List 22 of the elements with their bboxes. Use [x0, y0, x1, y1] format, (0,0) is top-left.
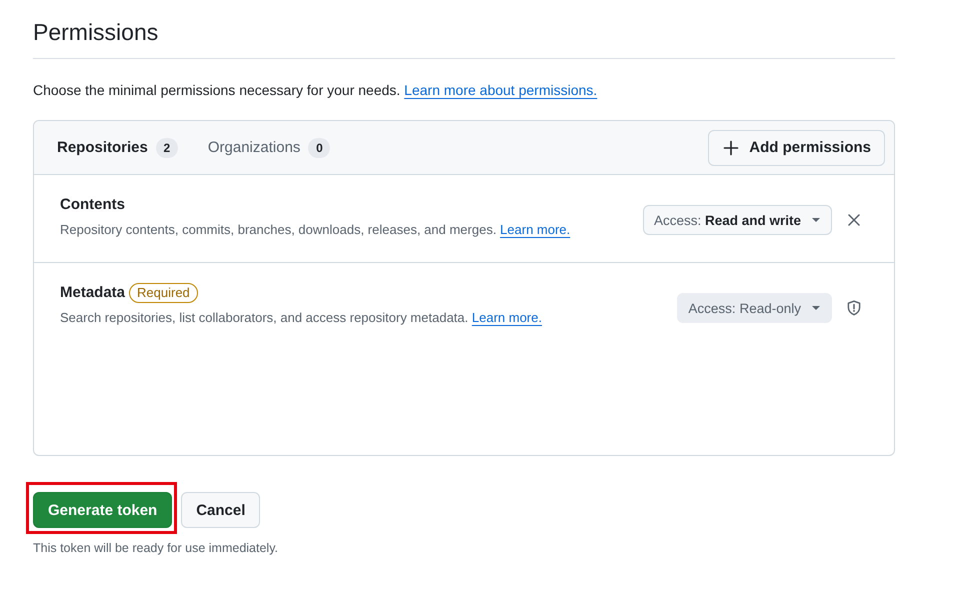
permission-description: Repository contents, commits, branches, downloads, releases, and merges. Learn more.: [60, 221, 570, 239]
plus-icon: [723, 140, 740, 156]
caret-icon: [812, 306, 820, 310]
required-badge: Required: [129, 283, 198, 303]
counter: 2: [156, 138, 178, 158]
permission-description: Search repositories, list collaborators, and access repository metadata. Learn more.: [60, 309, 542, 327]
tab[interactable]: Organizations 0: [208, 138, 330, 158]
learn-more-link[interactable]: Learn more about permissions.: [404, 82, 598, 98]
permission-name: Metadata: [60, 283, 126, 303]
access-dropdown[interactable]: Access: Read and write: [642, 205, 832, 235]
learn-more-link[interactable]: Learn more.: [500, 222, 570, 237]
helper-text: This token will be ready for use immediately.: [33, 540, 280, 557]
tab[interactable]: Repositories 2: [57, 138, 178, 158]
generate-button[interactable]: Generate token: [33, 492, 172, 528]
intro-text: Choose the minimal permissions necessary for your needs. Learn more about permissions.: [33, 81, 598, 100]
section-heading: Permissions: [33, 17, 895, 59]
close-icon[interactable]: [848, 214, 860, 226]
caret-icon: [812, 218, 820, 222]
add-permissions-button[interactable]: Add permissions: [708, 130, 885, 166]
cancel-button[interactable]: Cancel: [181, 492, 260, 528]
counter: 0: [308, 138, 330, 158]
permission-name: Contents: [60, 195, 125, 215]
